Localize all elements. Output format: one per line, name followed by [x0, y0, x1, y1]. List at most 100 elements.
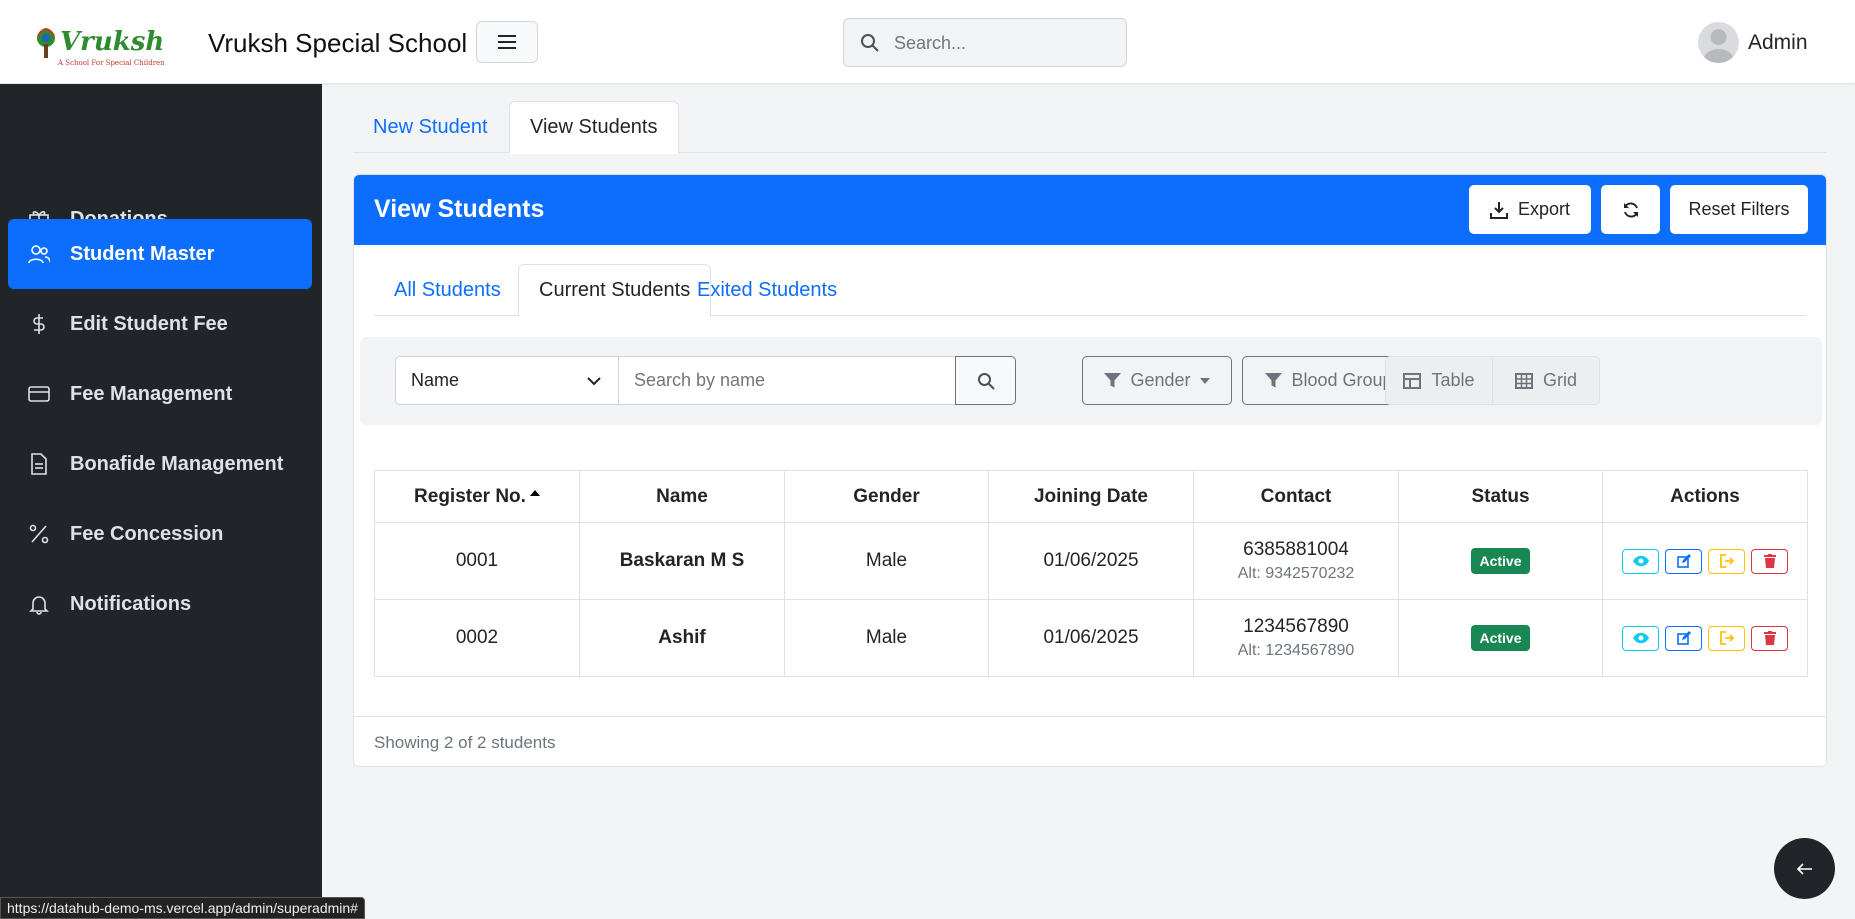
sidebar-item-fee-concession[interactable]: Fee Concession — [8, 499, 312, 569]
sidebar-item-label: Notifications — [70, 592, 192, 615]
cell-gender: Male — [784, 599, 989, 677]
global-search[interactable] — [843, 18, 1127, 67]
top-navbar: Vruksh A School For Special Children Vru… — [0, 0, 1855, 84]
edit-icon — [1676, 631, 1691, 645]
trash-icon — [1763, 631, 1776, 645]
search-field-select[interactable]: Name — [395, 356, 619, 405]
search-button[interactable] — [955, 356, 1016, 405]
table-view-label: Table — [1431, 370, 1475, 390]
status-badge: Active — [1471, 625, 1530, 651]
cell-register-no: 0001 — [374, 522, 580, 600]
delete-button[interactable] — [1751, 548, 1788, 574]
cell-contact: 6385881004 Alt: 9342570232 — [1193, 522, 1399, 600]
search-icon — [861, 34, 879, 52]
document-icon — [8, 453, 70, 475]
column-header-register-no[interactable]: Register No. — [374, 470, 580, 523]
sidebar-item-fee-management[interactable]: Fee Management — [8, 359, 312, 429]
trash-icon — [1763, 554, 1776, 568]
sidebar-item-label: Student Master — [70, 242, 215, 265]
column-header-contact[interactable]: Contact — [1193, 470, 1399, 523]
tab-exited-students[interactable]: Exited Students — [677, 264, 857, 316]
svg-text:Vruksh: Vruksh — [60, 27, 164, 57]
grid-icon — [1514, 372, 1533, 389]
delete-button[interactable] — [1751, 625, 1788, 651]
table-header-row: Register No. Name Gender Joining Date Co… — [374, 470, 1808, 523]
export-button[interactable]: Export — [1469, 185, 1591, 234]
grid-view-button[interactable]: Grid — [1492, 357, 1599, 404]
cell-name: Ashif — [579, 599, 785, 677]
contact-alt: Alt: 1234567890 — [1237, 642, 1355, 659]
global-search-input[interactable] — [894, 27, 1114, 59]
eye-icon — [1632, 632, 1649, 644]
percent-icon — [8, 523, 70, 545]
status-bar-url: https://datahub-demo-ms.vercel.app/admin… — [0, 897, 365, 919]
view-button[interactable] — [1622, 548, 1659, 574]
column-header-name[interactable]: Name — [579, 470, 785, 523]
hamburger-icon — [498, 35, 516, 49]
back-button[interactable] — [1774, 838, 1835, 899]
gender-filter-dropdown[interactable]: Gender — [1082, 356, 1232, 405]
card-title: View Students — [374, 195, 545, 223]
reset-filters-button[interactable]: Reset Filters — [1670, 185, 1808, 234]
column-header-gender[interactable]: Gender — [784, 470, 989, 523]
sidebar-item-edit-student-fee[interactable]: Edit Student Fee — [8, 289, 312, 359]
chevron-down-icon — [587, 377, 601, 386]
school-logo[interactable]: Vruksh A School For Special Children — [34, 18, 192, 68]
search-by-name-input[interactable] — [618, 356, 956, 405]
edit-button[interactable] — [1665, 548, 1702, 574]
column-header-status[interactable]: Status — [1398, 470, 1603, 523]
tab-all-students[interactable]: All Students — [374, 264, 521, 316]
filter-icon — [1104, 373, 1122, 388]
users-icon — [8, 243, 70, 265]
dollar-icon — [8, 313, 70, 335]
export-label: Export — [1517, 199, 1571, 219]
tab-view-students[interactable]: View Students — [509, 101, 679, 154]
sign-out-icon — [1719, 631, 1734, 645]
sidebar-item-student-master[interactable]: Student Master — [8, 219, 312, 289]
refresh-icon — [1623, 201, 1638, 218]
column-header-joining-date[interactable]: Joining Date — [988, 470, 1194, 523]
results-summary: Showing 2 of 2 students — [374, 733, 556, 752]
sidebar-item-bonafide-management[interactable]: Bonafide Management — [8, 429, 312, 499]
menu-toggle-button[interactable] — [476, 21, 538, 63]
cell-joining-date: 01/06/2025 — [988, 522, 1194, 600]
filter-icon — [1265, 373, 1283, 388]
table-row: 0002 Ashif Male 01/06/2025 1234567890 Alt… — [374, 599, 1808, 677]
sidebar-item-label: Fee Concession — [70, 522, 224, 545]
students-table: Register No. Name Gender Joining Date Co… — [374, 470, 1808, 677]
status-badge: Active — [1471, 548, 1530, 574]
credit-card-icon — [8, 383, 70, 405]
cell-status: Active — [1398, 522, 1603, 600]
exit-student-button[interactable] — [1708, 548, 1745, 574]
card-header: View Students Export Reset Filters — [354, 175, 1826, 245]
cell-status: Active — [1398, 599, 1603, 677]
bell-icon — [8, 593, 70, 615]
avatar[interactable] — [1698, 22, 1739, 63]
user-name[interactable]: Admin — [1748, 31, 1808, 55]
table-icon — [1403, 372, 1422, 389]
grid-view-label: Grid — [1542, 370, 1577, 390]
edit-icon — [1676, 554, 1691, 568]
cell-actions — [1602, 522, 1808, 600]
tab-new-student[interactable]: New Student — [353, 101, 508, 153]
filter-bar: Name Gender Blood Group Table Grid — [360, 337, 1822, 425]
app-title: Vruksh Special School — [208, 28, 468, 58]
search-field-value: Name — [411, 370, 460, 390]
table-view-button[interactable]: Table — [1386, 357, 1492, 404]
contact-primary: 1234567890 — [1243, 616, 1349, 637]
sidebar: Donations Student Master Edit Student Fe… — [0, 84, 322, 919]
svg-text:A School For Special Children: A School For Special Children — [57, 59, 165, 67]
sidebar-item-label: Bonafide Management — [70, 452, 284, 475]
cell-contact: 1234567890 Alt: 1234567890 — [1193, 599, 1399, 677]
edit-button[interactable] — [1665, 625, 1702, 651]
exit-student-button[interactable] — [1708, 625, 1745, 651]
cell-joining-date: 01/06/2025 — [988, 599, 1194, 677]
gender-filter-label: Gender — [1130, 370, 1191, 390]
contact-primary: 6385881004 — [1243, 539, 1349, 560]
sidebar-item-notifications[interactable]: Notifications — [8, 569, 312, 639]
sidebar-item-label: Edit Student Fee — [70, 312, 228, 335]
refresh-button[interactable] — [1601, 185, 1660, 234]
view-students-card: View Students Export Reset Filters All S… — [353, 174, 1827, 767]
view-button[interactable] — [1622, 625, 1659, 651]
arrow-left-icon — [1796, 862, 1812, 875]
